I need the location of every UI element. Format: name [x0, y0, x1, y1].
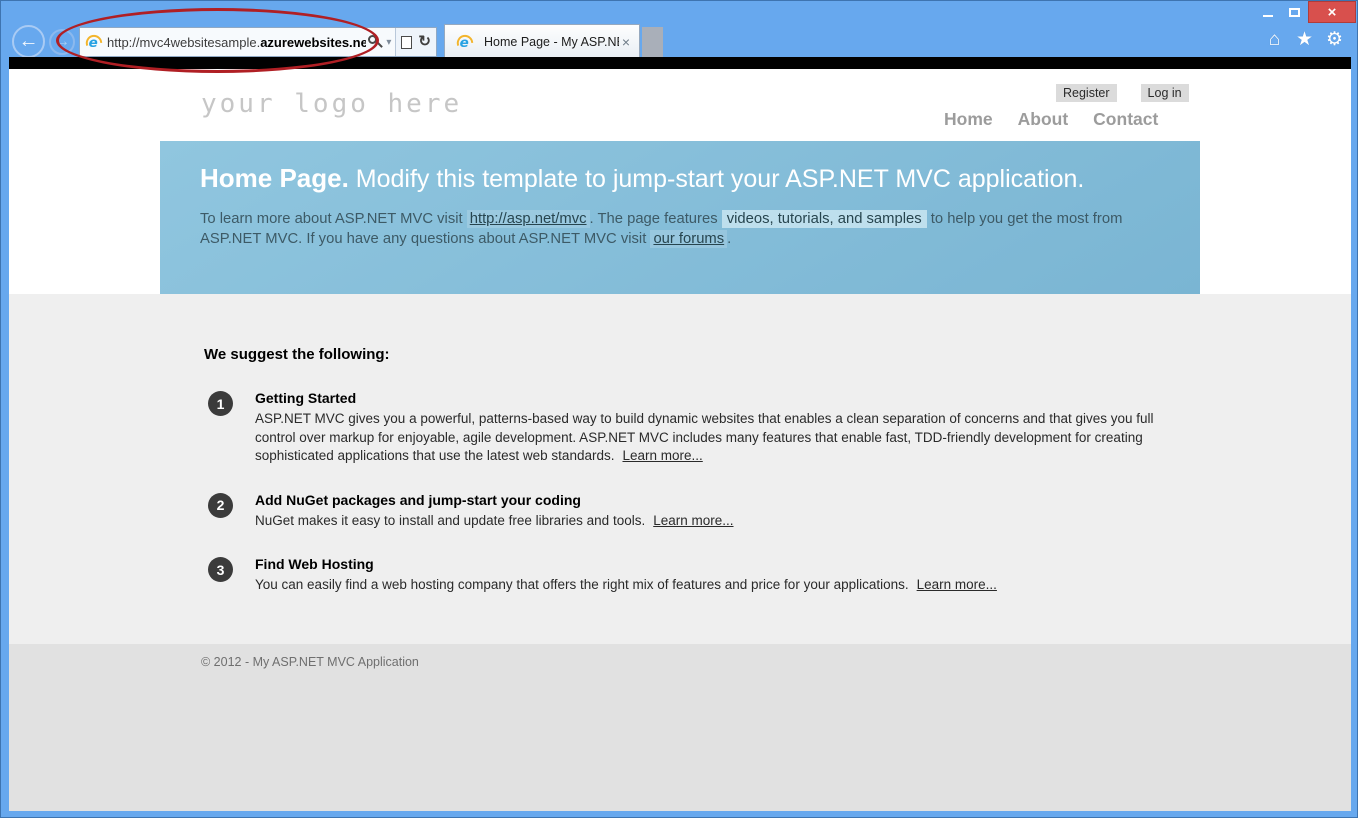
minimize-icon: [1263, 15, 1273, 17]
hero-text-2: . The page features: [590, 211, 722, 227]
browser-window: × ⌂ ★ ⚙ ← → e http://mvc4websitesample.a…: [0, 0, 1358, 818]
ie-logo-icon: e: [85, 33, 103, 51]
site-logo: your logo here: [201, 89, 462, 119]
item-title: Find Web Hosting: [255, 556, 1155, 572]
browser-toolbar-icons: ⌂ ★ ⚙: [1264, 30, 1345, 49]
compatibility-view-icon[interactable]: [401, 36, 412, 49]
hero-text-1: To learn more about ASP.NET MVC visit: [200, 211, 467, 227]
item-body-text: ASP.NET MVC gives you a powerful, patter…: [255, 411, 1154, 463]
item-title: Getting Started: [255, 390, 1155, 406]
item-body: You can easily find a web hosting compan…: [255, 576, 1155, 595]
svg-text:e: e: [89, 35, 98, 51]
register-link[interactable]: Register: [1056, 84, 1117, 102]
refresh-icon[interactable]: ↻: [418, 35, 431, 49]
step-number-badge: 1: [208, 391, 233, 416]
item-body-text: NuGet makes it easy to install and updat…: [255, 513, 645, 528]
copyright-text: © 2012 - My ASP.NET MVC Application: [9, 644, 1351, 669]
svg-text:e: e: [460, 34, 469, 50]
suggestions-heading: We suggest the following:: [204, 346, 1351, 363]
nav-about-link[interactable]: About: [1018, 109, 1069, 130]
item-body-text: You can easily find a web hosting compan…: [255, 577, 909, 592]
login-link[interactable]: Log in: [1141, 84, 1189, 102]
learn-more-link[interactable]: Learn more...: [653, 513, 733, 528]
settings-gear-icon[interactable]: ⚙: [1324, 30, 1345, 49]
search-icon[interactable]: [366, 34, 382, 50]
main-nav: Home About Contact: [944, 109, 1158, 130]
learn-more-link[interactable]: Learn more...: [622, 448, 702, 463]
url-domain: azurewebsites.net: [260, 35, 366, 50]
address-bar[interactable]: e http://mvc4websitesample.azurewebsites…: [79, 27, 437, 57]
step-number-badge: 2: [208, 493, 233, 518]
aspnet-mvc-link[interactable]: http://asp.net/mvc: [467, 210, 590, 228]
window-controls: ×: [1254, 1, 1356, 23]
hero-text-4: .: [727, 231, 731, 247]
hero-title: Home Page. Modify this template to jump-…: [200, 163, 1084, 194]
page-top-bar: [9, 57, 1351, 69]
maximize-icon: [1289, 8, 1300, 17]
tab-close-icon[interactable]: ×: [619, 34, 633, 50]
close-button[interactable]: ×: [1308, 1, 1356, 23]
list-item: 2 Add NuGet packages and jump-start your…: [208, 492, 1351, 531]
item-title: Add NuGet packages and jump-start your c…: [255, 492, 1155, 508]
back-button[interactable]: ←: [12, 25, 45, 58]
tab-favicon-icon: e: [456, 33, 474, 51]
nav-home-link[interactable]: Home: [944, 109, 993, 130]
nav-contact-link[interactable]: Contact: [1093, 109, 1158, 130]
list-item: 1 Getting Started ASP.NET MVC gives you …: [208, 390, 1351, 466]
suggestions-list: 1 Getting Started ASP.NET MVC gives you …: [208, 390, 1351, 595]
step-number-badge: 3: [208, 557, 233, 582]
favorites-star-icon[interactable]: ★: [1294, 30, 1315, 49]
site-header: your logo here Register Log in Home Abou…: [9, 69, 1351, 141]
auth-links: Register Log in: [1056, 84, 1189, 102]
hero-title-strong: Home Page.: [200, 163, 349, 193]
hero-highlight: videos, tutorials, and samples: [722, 210, 927, 228]
url-prefix: http://mvc4websitesample.: [107, 35, 260, 50]
forward-button[interactable]: →: [49, 29, 75, 55]
address-bar-buttons: ↻: [395, 28, 436, 56]
list-item: 3 Find Web Hosting You can easily find a…: [208, 556, 1351, 595]
site-footer: © 2012 - My ASP.NET MVC Application: [9, 644, 1351, 811]
browser-tab[interactable]: e Home Page - My ASP.NET ... ×: [444, 24, 640, 58]
item-body: NuGet makes it easy to install and updat…: [255, 512, 1155, 531]
item-body: ASP.NET MVC gives you a powerful, patter…: [255, 410, 1155, 466]
url-text[interactable]: http://mvc4websitesample.azurewebsites.n…: [107, 35, 366, 50]
maximize-button[interactable]: [1281, 1, 1308, 23]
hero-banner: Home Page. Modify this template to jump-…: [160, 141, 1200, 294]
hero-paragraph: To learn more about ASP.NET MVC visit ht…: [200, 209, 1152, 249]
tab-title: Home Page - My ASP.NET ...: [484, 35, 619, 49]
minimize-button[interactable]: [1254, 1, 1281, 23]
page-viewport: your logo here Register Log in Home Abou…: [9, 69, 1351, 811]
learn-more-link[interactable]: Learn more...: [917, 577, 997, 592]
address-dropdown-icon[interactable]: ▾: [386, 37, 391, 48]
suggestions-section: We suggest the following: 1 Getting Star…: [9, 294, 1351, 644]
hero-subtitle: Modify this template to jump-start your …: [349, 165, 1085, 193]
forums-link[interactable]: our forums: [650, 230, 727, 248]
new-tab-button[interactable]: [642, 27, 663, 57]
home-icon[interactable]: ⌂: [1264, 30, 1285, 49]
